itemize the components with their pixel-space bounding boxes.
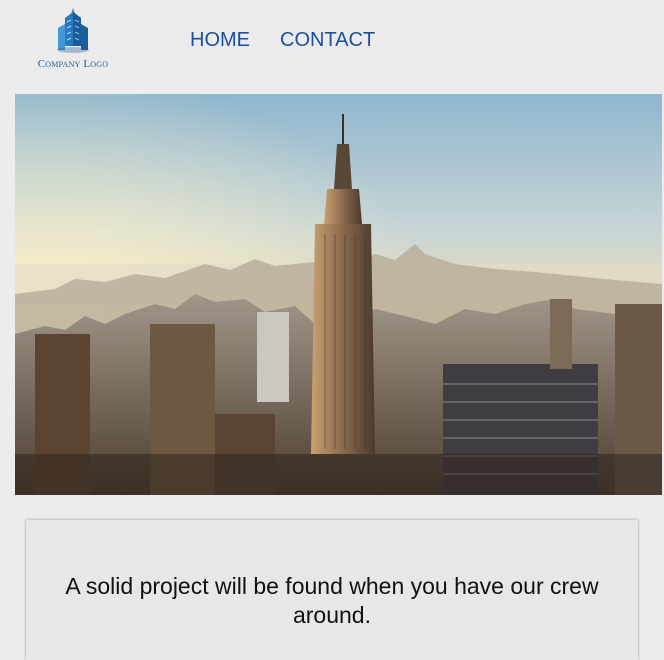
- logo-text: Company Logo: [37, 58, 109, 70]
- city-skyline-image: [15, 94, 662, 495]
- nav-contact-link[interactable]: CONTACT: [280, 27, 375, 53]
- building-logo-icon: [57, 8, 89, 53]
- tagline-text: A solid project will be found when you h…: [65, 573, 599, 628]
- site-header: Company Logo HOME CONTACT: [0, 0, 664, 79]
- tagline-card: A solid project will be found when you h…: [26, 520, 638, 660]
- main-nav: HOME CONTACT: [190, 27, 375, 53]
- nav-home-link[interactable]: HOME: [190, 27, 250, 53]
- company-logo[interactable]: Company Logo: [30, 6, 116, 74]
- hero-image: [15, 94, 662, 495]
